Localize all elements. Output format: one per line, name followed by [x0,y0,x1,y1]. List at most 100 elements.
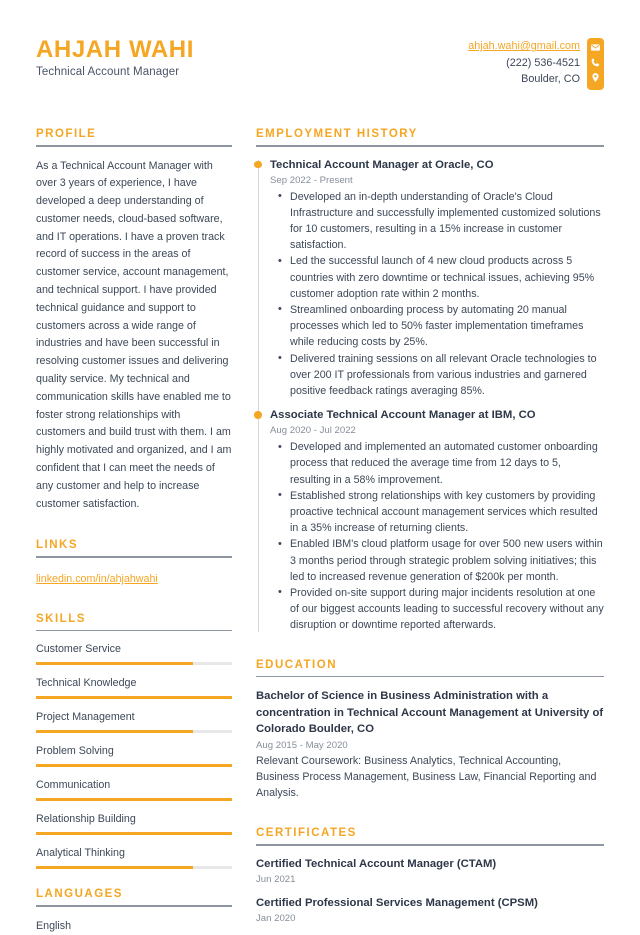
skill-track [36,764,232,768]
skill-row: Relationship Building [36,812,232,836]
name-block: AHJAH WAHI Technical Account Manager [36,34,194,78]
section-title-employment: EMPLOYMENT HISTORY [256,128,418,140]
job-bullet: Developed an in-depth understanding of O… [270,188,604,254]
job-entry: Technical Account Manager at Oracle, CO … [254,158,604,400]
skill-label: Technical Knowledge [36,677,137,690]
resume-body: PROFILE As a Technical Account Manager w… [36,128,604,935]
section-education: EDUCATION Bachelor of Science in Busines… [256,659,604,802]
skill-fill [36,764,232,768]
job-spacer [270,401,604,408]
skill-track [36,832,232,836]
skill-fill [36,798,232,802]
section-title-skills: SKILLS [36,612,86,625]
skill-row: Problem Solving [36,744,232,768]
job-bullet: Delivered training sessions on all relev… [270,350,604,400]
skill-fill [36,832,232,836]
language-item: English [36,919,72,932]
resume-header: AHJAH WAHI Technical Account Manager ahj… [36,34,604,106]
section-rule [36,145,232,147]
education-entry: Bachelor of Science in Business Administ… [256,688,604,801]
contact-location: Boulder, CO [521,73,580,85]
certificate-entry: Certified Technical Account Manager (CTA… [256,857,604,885]
job-role: Associate Technical Account Manager at I… [270,409,536,422]
column-gap [232,128,256,935]
skill-fill [36,662,193,666]
section-employment-history: EMPLOYMENT HISTORY Technical Account Man… [254,128,604,634]
skill-label: Analytical Thinking [36,847,125,860]
section-rule [256,145,604,147]
contact-email-link[interactable]: ahjah.wahi@gmail.com [468,38,580,55]
resume-page: AHJAH WAHI Technical Account Manager ahj… [0,0,640,932]
education-degree: Bachelor of Science in Business Administ… [256,690,604,736]
skill-track [36,798,232,802]
main-column: EMPLOYMENT HISTORY Technical Account Man… [254,128,604,935]
skill-row: Communication [36,778,232,802]
phone-icon [590,57,601,68]
section-links: LINKS linkedin.com/in/ahjahwahi [36,539,232,587]
job-bullet: Established strong relationships with ke… [270,487,604,537]
section-skills: SKILLS Customer Service Technical Knowle… [36,613,232,870]
candidate-job-title: Technical Account Manager [36,65,180,78]
skill-label: Project Management [36,711,135,724]
skill-fill [36,696,232,700]
timeline-dot-icon [254,411,262,419]
employment-timeline: Technical Account Manager at Oracle, CO … [254,158,604,634]
contact-block: ahjah.wahi@gmail.com (222) 536-4521 Boul… [468,34,604,90]
job-bullet: Developed and implemented an automated c… [270,439,604,488]
certificate-date: Jun 2021 [256,873,296,885]
section-title-languages: LANGUAGES [36,888,123,901]
skill-track [36,662,232,666]
section-title-profile: PROFILE [36,128,97,140]
envelope-icon [590,42,601,53]
skill-track [36,696,232,700]
candidate-name: AHJAH WAHI [36,36,195,63]
link-item-linkedin[interactable]: linkedin.com/in/ahjahwahi [36,573,158,585]
certificate-name: Certified Technical Account Manager (CTA… [256,857,497,870]
skill-label: Customer Service [36,643,121,656]
section-rule [36,556,232,558]
skill-row: Technical Knowledge [36,676,232,700]
education-description: Relevant Coursework: Business Analytics,… [256,754,597,799]
job-role: Technical Account Manager at Oracle, CO [270,158,494,171]
section-title-certificates: CERTIFICATES [256,827,357,840]
certificate-entry: Certified Professional Services Manageme… [256,896,604,924]
certificate-date: Jan 2020 [256,912,296,924]
job-bullet: Enabled IBM's cloud platform usage for o… [270,536,604,585]
section-title-links: LINKS [36,539,78,552]
job-entry: Associate Technical Account Manager at I… [254,408,604,633]
section-rule [36,905,232,907]
job-date: Sep 2022 - Present [270,174,353,186]
job-bullet-list: Developed and implemented an automated c… [270,439,604,633]
section-languages: LANGUAGES English [36,888,232,934]
section-certificates: CERTIFICATES Certified Technical Account… [256,827,604,924]
skill-row: Customer Service [36,642,232,666]
skill-label: Problem Solving [36,745,114,758]
contact-icon-strip [587,38,604,90]
job-bullet-list: Developed an in-depth understanding of O… [270,188,604,400]
skill-track [36,730,232,734]
timeline-dot-icon [254,160,262,168]
education-date: Aug 2015 - May 2020 [256,739,348,751]
skill-fill [36,866,193,870]
section-rule [36,629,232,632]
section-rule [256,675,604,678]
sidebar-column: PROFILE As a Technical Account Manager w… [36,128,232,935]
section-rule [256,844,604,846]
contact-lines: ahjah.wahi@gmail.com (222) 536-4521 Boul… [468,38,587,88]
job-bullet: Streamlined onboarding process by automa… [270,301,604,351]
contact-phone: (222) 536-4521 [506,56,580,69]
job-bullet: Provided on-site support during major in… [270,584,604,634]
section-profile: PROFILE As a Technical Account Manager w… [36,128,232,513]
skill-row: Project Management [36,710,232,734]
skill-label: Communication [36,779,111,792]
job-date: Aug 2020 - Jul 2022 [270,425,356,437]
skill-fill [36,730,193,734]
section-title-education: EDUCATION [256,658,338,671]
skill-row: Analytical Thinking [36,846,232,870]
skill-label: Relationship Building [36,813,136,826]
certificate-name: Certified Professional Services Manageme… [256,896,538,909]
job-bullet: Led the successful launch of 4 new cloud… [270,253,604,302]
skill-track [36,866,232,870]
profile-text: As a Technical Account Manager with over… [36,159,232,510]
location-pin-icon [590,72,601,83]
